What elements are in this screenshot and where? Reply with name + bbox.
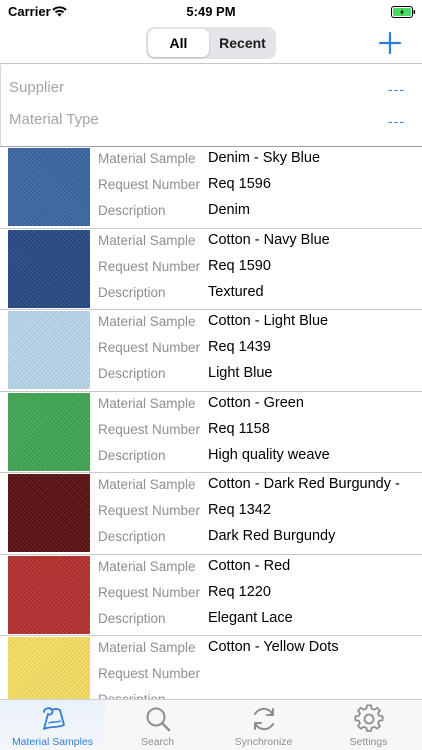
tab-label: Synchronize	[234, 736, 293, 748]
request-number-value: Req 1439	[208, 339, 271, 355]
field-label: Description	[98, 203, 166, 218]
request-number-value: Req 1590	[208, 257, 271, 274]
material-sample-value: Cotton - Dark Red Burgundy -	[208, 476, 400, 492]
field-label: Description	[98, 610, 166, 626]
field-label: Description	[98, 529, 166, 544]
add-button[interactable]	[378, 31, 402, 55]
material-sample-value: Cotton - Light Blue	[208, 313, 329, 329]
segment-recent[interactable]: Recent	[211, 29, 274, 57]
request-number-value: Req 1342	[208, 502, 271, 518]
swatch-image	[8, 148, 90, 226]
supplier-label: Supplier	[9, 79, 65, 96]
swatch-image	[8, 229, 90, 308]
material-sample-value: Denim - Sky Blue	[208, 150, 321, 166]
status-time: 5:49 PM	[186, 4, 236, 19]
swatch-image	[8, 555, 90, 634]
search-icon	[146, 707, 170, 732]
swatch-image	[8, 311, 90, 389]
material-list: Material Sample Denim - Sky Blue Request…	[0, 147, 422, 699]
field-label: Request Number	[98, 177, 201, 192]
plus-icon	[378, 31, 402, 55]
field-label: Description	[98, 284, 166, 300]
description-value: Textured	[208, 283, 264, 300]
field-label: Description	[98, 447, 166, 463]
field-label: Material Sample	[98, 314, 196, 329]
field-label: Material Sample	[98, 151, 196, 166]
material-sample-value: Cotton - Red	[208, 557, 291, 574]
field-label: Request Number	[98, 258, 201, 274]
tab-label: Search	[140, 736, 175, 748]
request-number-value: Req 1220	[208, 583, 271, 600]
navigation-bar: All Recent	[0, 24, 422, 64]
swatch-image	[8, 474, 90, 552]
field-label: Description	[98, 366, 166, 381]
tab-material-samples[interactable]: Material Samples	[0, 700, 105, 750]
segment-all[interactable]: All	[148, 29, 209, 57]
filter-section: Supplier --- Material Type ---	[0, 65, 422, 147]
supplier-filter[interactable]: Supplier ---	[1, 73, 422, 103]
material-sample-value: Cotton - Green	[208, 394, 304, 411]
list-item[interactable]: Material Sample Cotton - Green Request N…	[0, 392, 422, 473]
description-value: Light Blue	[208, 365, 273, 381]
field-label: Material Sample	[98, 477, 196, 492]
field-label: Request Number	[98, 584, 201, 600]
field-label: Request Number	[98, 421, 201, 437]
field-label: Material Sample	[98, 640, 196, 655]
request-number-value: Req 1158	[208, 420, 270, 437]
tab-synchronize[interactable]: Synchronize	[211, 700, 316, 750]
swatch-image	[8, 392, 90, 471]
field-label: Request Number	[98, 340, 201, 355]
material-type-value[interactable]: ---	[388, 113, 405, 129]
material-type-filter[interactable]: Material Type ---	[1, 105, 422, 135]
battery-icon	[391, 5, 416, 23]
field-label: Material Sample	[98, 232, 196, 248]
field-label: Description	[98, 692, 206, 699]
list-item[interactable]: Material Sample Cotton - Yellow Dots Req…	[0, 636, 422, 699]
tab-bar: Material Samples Search Synchronize Sett…	[0, 699, 422, 750]
list-item[interactable]: Material Sample Cotton - Red Request Num…	[0, 555, 422, 636]
description-value: Elegant Lace	[208, 609, 293, 626]
material-type-label: Material Type	[9, 111, 99, 128]
description-value: Dark Red Burgundy	[208, 528, 336, 544]
material-sample-value: Cotton - Yellow Dots	[208, 639, 339, 655]
request-number-value: Req 1596	[208, 176, 271, 192]
list-item[interactable]: Material Sample Cotton - Navy Blue Reque…	[0, 229, 422, 310]
material-sample-value: Cotton - Navy Blue	[208, 231, 330, 248]
fabric-roll-icon	[42, 707, 65, 730]
field-label: Material Sample	[98, 558, 196, 574]
tab-label: Material Samples	[11, 736, 94, 748]
status-bar: Carrier 5:49 PM	[0, 0, 422, 24]
tab-label: Settings	[349, 736, 388, 748]
swatch-image	[8, 637, 90, 699]
segmented-control: All Recent	[146, 27, 276, 59]
gear-icon	[354, 704, 383, 732]
list-item[interactable]: Material Sample Denim - Sky Blue Request…	[0, 147, 422, 229]
description-value: High quality weave	[208, 446, 330, 463]
sync-icon	[253, 707, 274, 731]
tab-settings[interactable]: Settings	[316, 700, 421, 750]
field-label: Material Sample	[98, 395, 196, 411]
list-item[interactable]: Material Sample Cotton - Dark Red Burgun…	[0, 473, 422, 555]
field-label: Request Number	[98, 666, 201, 681]
tab-search[interactable]: Search	[105, 700, 210, 750]
field-label: Request Number	[98, 503, 201, 518]
list-item[interactable]: Material Sample Cotton - Light Blue Requ…	[0, 310, 422, 392]
supplier-value[interactable]: ---	[388, 81, 405, 97]
description-value: Denim	[208, 202, 250, 218]
